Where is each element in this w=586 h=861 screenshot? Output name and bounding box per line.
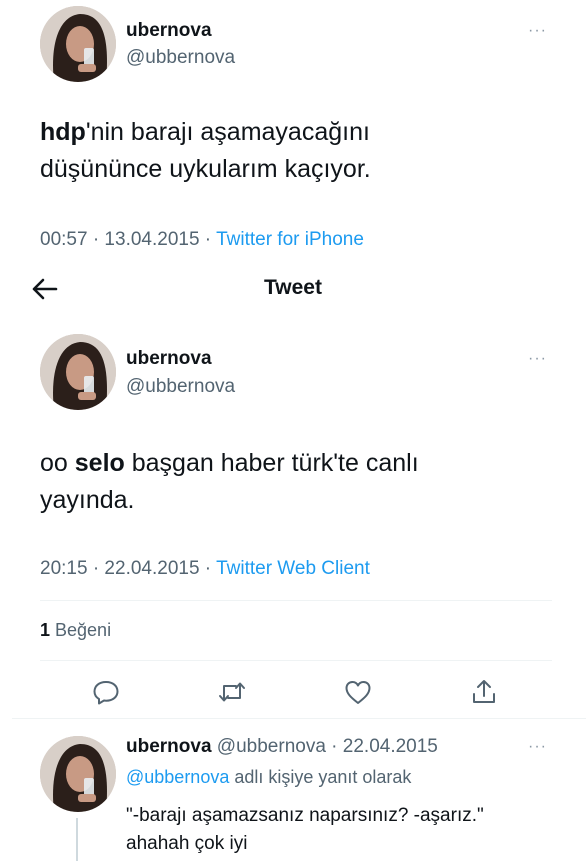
- tweet-text: hdp'nin barajı aşamayacağını düşününce u…: [40, 114, 560, 188]
- tweet-text-bold: hdp: [40, 118, 86, 146]
- tweet-text-prefix: oo: [40, 449, 75, 477]
- tweet-header: Tweet: [0, 262, 586, 316]
- reply-button[interactable]: [90, 676, 122, 708]
- tweet-meta: 00:57 · 13.04.2015 · Twitter for iPhone: [40, 229, 364, 251]
- tweet-timestamp[interactable]: 20:15 · 22.04.2015 ·: [40, 558, 216, 579]
- likes-label: Beğeni: [50, 620, 112, 640]
- share-button[interactable]: [468, 676, 500, 708]
- tweet-source-link[interactable]: Twitter Web Client: [216, 558, 370, 579]
- more-options-icon[interactable]: ···: [528, 738, 547, 756]
- tweet-text-line2: düşününce uykularım kaçıyor.: [40, 155, 371, 183]
- tweet-text-line1: başgan haber türk'te canlı: [124, 449, 419, 477]
- like-button[interactable]: [342, 676, 374, 708]
- divider: [12, 718, 586, 719]
- page-title: Tweet: [264, 276, 322, 299]
- reply-icon: [93, 681, 119, 705]
- author-handle[interactable]: @ubbernova: [126, 47, 235, 69]
- mention-link[interactable]: @ubbernova: [126, 767, 229, 787]
- author-name[interactable]: ubernova: [126, 20, 212, 42]
- reply-text-line2: ahahah çok iyi: [126, 833, 248, 854]
- reply-header[interactable]: ubernova @ubbernova · 22.04.2015: [126, 736, 438, 758]
- reply-text-line1: "-barajı aşamazsanız naparsınız? -aşarız…: [126, 805, 484, 826]
- tweet-text-line2: yayında.: [40, 486, 135, 514]
- more-options-icon[interactable]: ···: [528, 22, 547, 40]
- avatar-photo: [40, 736, 116, 812]
- retweet-button[interactable]: [216, 676, 248, 708]
- reply-author-name[interactable]: ubernova: [126, 736, 212, 757]
- tweet-source-link[interactable]: Twitter for iPhone: [216, 229, 364, 250]
- reply-text: "-barajı aşamazsanız naparsınız? -aşarız…: [126, 802, 566, 858]
- tweet-text-line1: 'nin barajı aşamayacağını: [85, 118, 370, 146]
- avatar[interactable]: [40, 736, 116, 812]
- more-options-icon[interactable]: ···: [528, 350, 547, 368]
- avatar[interactable]: [40, 6, 116, 82]
- likes-count[interactable]: 1 Beğeni: [40, 620, 111, 641]
- author-name[interactable]: ubernova: [126, 348, 212, 370]
- avatar-photo: [40, 334, 116, 410]
- like-icon: [345, 681, 371, 704]
- replying-to: @ubbernova adlı kişiye yanıt olarak: [126, 767, 411, 788]
- tweet-text-bold: selo: [74, 449, 125, 477]
- divider: [40, 660, 552, 661]
- thread-line: [76, 818, 78, 861]
- tweet-meta: 20:15 · 22.04.2015 · Twitter Web Client: [40, 558, 370, 580]
- share-icon: [473, 680, 495, 703]
- retweet-icon: [219, 682, 245, 702]
- reply-author-meta[interactable]: @ubbernova · 22.04.2015: [212, 736, 438, 757]
- tweet-text: oo selo başgan haber türk'te canlı yayın…: [40, 445, 560, 519]
- likes-number: 1: [40, 620, 51, 640]
- divider: [40, 600, 552, 601]
- author-handle[interactable]: @ubbernova: [126, 376, 235, 398]
- avatar-photo: [40, 6, 116, 82]
- replying-to-label: adlı kişiye yanıt olarak: [229, 767, 412, 787]
- avatar[interactable]: [40, 334, 116, 410]
- tweet-timestamp[interactable]: 00:57 · 13.04.2015 ·: [40, 229, 216, 250]
